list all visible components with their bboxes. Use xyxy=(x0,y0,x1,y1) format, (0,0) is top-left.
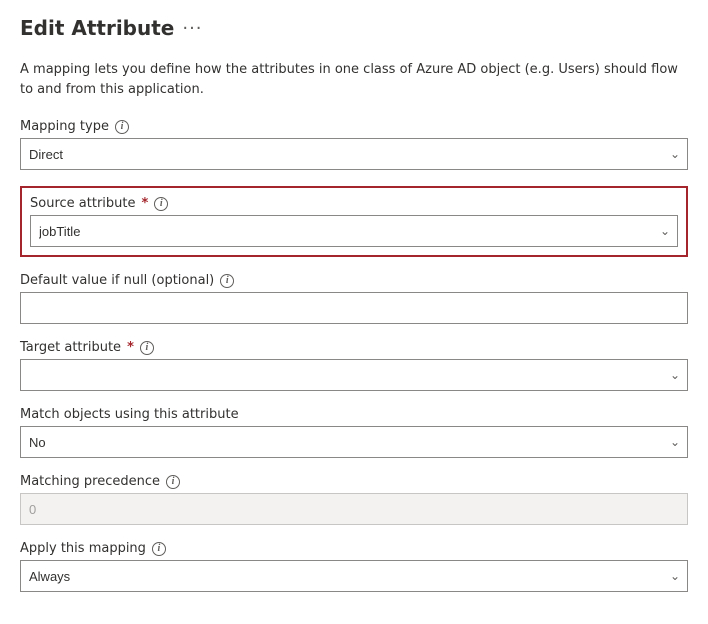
match-objects-select[interactable]: No Yes xyxy=(20,426,688,458)
default-value-input[interactable] xyxy=(20,292,688,324)
apply-mapping-group: Apply this mapping i Always Only during … xyxy=(20,541,688,592)
source-attribute-required: * xyxy=(142,196,149,211)
target-attribute-info-icon[interactable]: i xyxy=(140,341,154,355)
match-objects-select-wrapper: No Yes ⌄ xyxy=(20,426,688,458)
default-value-label: Default value if null (optional) i xyxy=(20,273,688,288)
source-attribute-info-icon[interactable]: i xyxy=(154,197,168,211)
matching-precedence-group: Matching precedence i xyxy=(20,474,688,525)
default-value-group: Default value if null (optional) i xyxy=(20,273,688,324)
target-attribute-group: Target attribute * i ⌄ xyxy=(20,340,688,391)
mapping-type-select-wrapper: Direct Constant Expression ⌄ xyxy=(20,138,688,170)
source-attribute-select-wrapper: jobTitle ⌄ xyxy=(30,215,678,247)
match-objects-label: Match objects using this attribute xyxy=(20,407,688,422)
apply-mapping-select[interactable]: Always Only during object creation Only … xyxy=(20,560,688,592)
matching-precedence-info-icon[interactable]: i xyxy=(166,475,180,489)
source-attribute-label-text: Source attribute xyxy=(30,196,136,211)
mapping-type-select[interactable]: Direct Constant Expression xyxy=(20,138,688,170)
page-description: A mapping lets you define how the attrib… xyxy=(20,60,688,99)
page-header: Edit Attribute ··· xyxy=(20,16,688,40)
apply-mapping-label: Apply this mapping i xyxy=(20,541,688,556)
default-value-label-text: Default value if null (optional) xyxy=(20,273,214,288)
page-title: Edit Attribute xyxy=(20,16,174,40)
match-objects-label-text: Match objects using this attribute xyxy=(20,407,239,422)
matching-precedence-label-text: Matching precedence xyxy=(20,474,160,489)
apply-mapping-label-text: Apply this mapping xyxy=(20,541,146,556)
source-attribute-select[interactable]: jobTitle xyxy=(30,215,678,247)
target-attribute-select[interactable] xyxy=(20,359,688,391)
matching-precedence-label: Matching precedence i xyxy=(20,474,688,489)
apply-mapping-select-wrapper: Always Only during object creation Only … xyxy=(20,560,688,592)
mapping-type-label: Mapping type i xyxy=(20,119,688,134)
mapping-type-group: Mapping type i Direct Constant Expressio… xyxy=(20,119,688,170)
mapping-type-label-text: Mapping type xyxy=(20,119,109,134)
source-attribute-label: Source attribute * i xyxy=(30,196,678,211)
target-attribute-label: Target attribute * i xyxy=(20,340,688,355)
match-objects-group: Match objects using this attribute No Ye… xyxy=(20,407,688,458)
apply-mapping-info-icon[interactable]: i xyxy=(152,542,166,556)
target-attribute-label-text: Target attribute xyxy=(20,340,121,355)
default-value-info-icon[interactable]: i xyxy=(220,274,234,288)
mapping-type-info-icon[interactable]: i xyxy=(115,120,129,134)
target-attribute-required: * xyxy=(127,340,134,355)
matching-precedence-input xyxy=(20,493,688,525)
more-options-icon[interactable]: ··· xyxy=(182,18,202,39)
source-attribute-group: Source attribute * i jobTitle ⌄ xyxy=(20,186,688,257)
target-attribute-select-wrapper: ⌄ xyxy=(20,359,688,391)
